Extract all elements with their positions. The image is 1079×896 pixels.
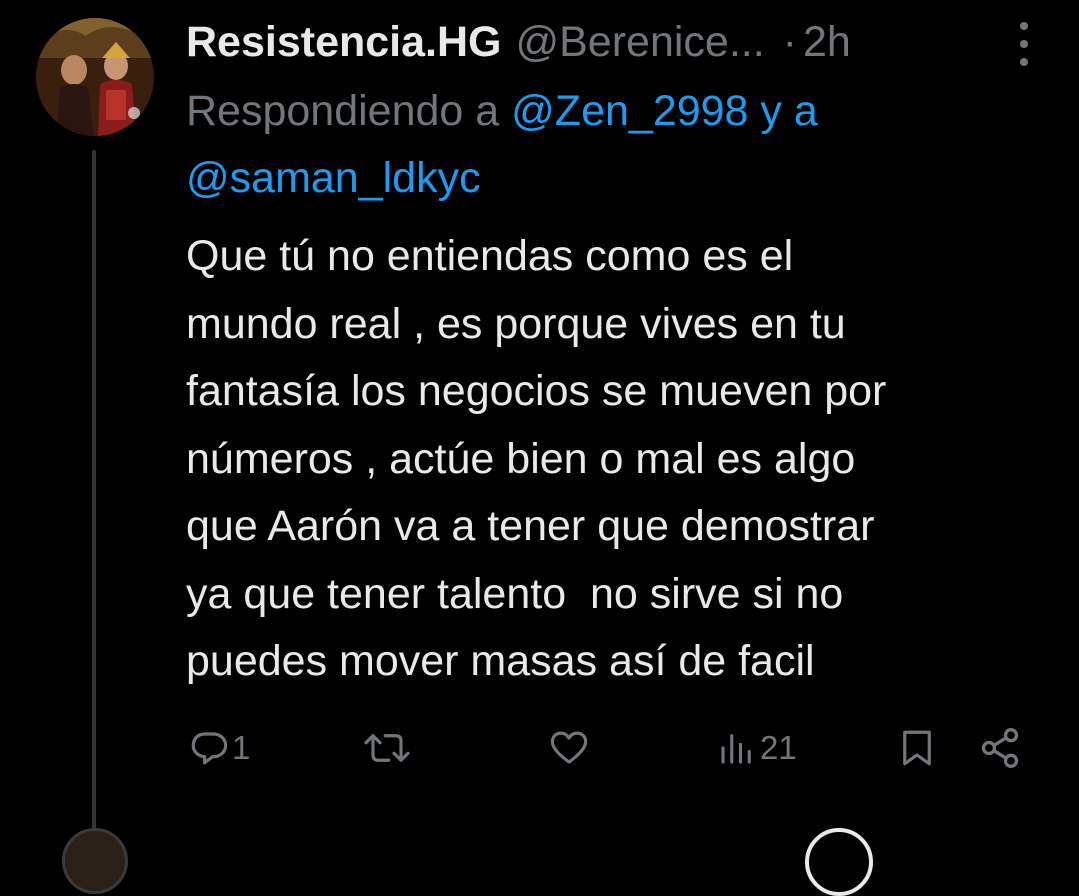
bookmark-button[interactable] — [896, 720, 938, 776]
bookmark-icon — [903, 730, 931, 766]
replying-to: Respondiendo a @Zen_2998 y a @saman_ldky… — [186, 78, 1046, 212]
profile-photo-icon — [36, 18, 154, 136]
share-button[interactable] — [978, 720, 1022, 776]
display-name[interactable]: Resistencia.HG — [186, 14, 501, 70]
retweet-icon — [364, 734, 410, 762]
like-button[interactable] — [548, 720, 592, 776]
share-icon — [981, 728, 1019, 768]
reply-bubble-icon — [191, 732, 228, 765]
more-dot-icon — [1020, 58, 1028, 66]
views-button[interactable]: 21 — [716, 720, 797, 776]
tweet-actions-bar: 1 21 — [0, 720, 1079, 776]
replying-to-connector[interactable]: y a — [748, 87, 817, 135]
separator-dot: · — [782, 18, 797, 66]
timestamp[interactable]: 2h — [803, 14, 851, 70]
heart-icon — [550, 731, 588, 764]
tweet-header: Resistencia.HG @Berenice... · 2h — [186, 14, 1039, 70]
reply-button[interactable]: 1 — [188, 720, 250, 776]
more-dot-icon — [1020, 22, 1028, 30]
tweet-text: Que tú no entiendas como es el mundo rea… — [186, 232, 887, 685]
reply-count: 1 — [232, 729, 251, 766]
views-count: 21 — [760, 729, 797, 766]
replying-to-prefix: Respondiendo a — [186, 87, 512, 135]
mention-link[interactable]: @Zen_2998 — [511, 87, 748, 135]
more-options-button[interactable] — [1009, 22, 1039, 66]
more-dot-icon — [1020, 40, 1028, 48]
user-handle[interactable]: @Berenice... — [515, 14, 764, 70]
views-bar-chart-icon — [721, 734, 751, 764]
next-tweet-icon — [805, 828, 873, 896]
retweet-button[interactable] — [362, 720, 414, 776]
next-tweet-avatar[interactable] — [62, 828, 128, 894]
mention-link[interactable]: @saman_ldkyc — [186, 154, 481, 202]
avatar[interactable] — [36, 18, 154, 136]
